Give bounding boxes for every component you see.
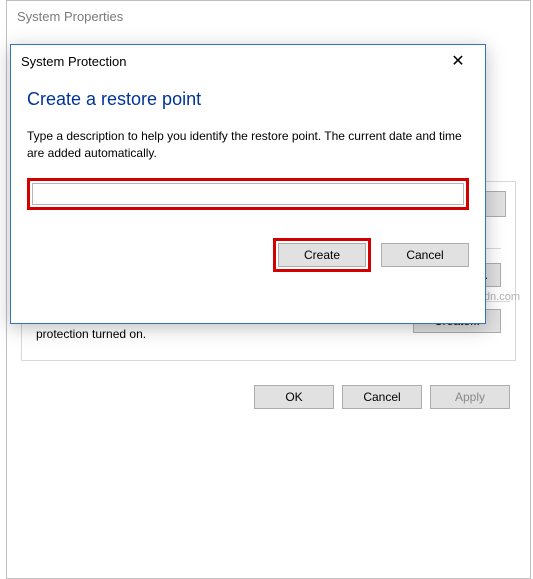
parent-titlebar: System Properties	[7, 1, 530, 31]
modal-create-button[interactable]: Create	[278, 243, 366, 267]
close-icon[interactable]: ✕	[439, 48, 477, 74]
system-protection-dialog: System Protection ✕ Create a restore poi…	[10, 44, 486, 324]
modal-title: System Protection	[21, 54, 439, 69]
modal-cancel-button[interactable]: Cancel	[381, 243, 469, 267]
ok-button[interactable]: OK	[254, 385, 334, 409]
modal-instruction: Type a description to help you identify …	[27, 128, 469, 162]
modal-titlebar: System Protection ✕	[11, 45, 485, 77]
description-input[interactable]	[32, 183, 464, 205]
modal-heading: Create a restore point	[27, 89, 469, 110]
modal-button-row: Create Cancel	[27, 238, 469, 272]
modal-body: Create a restore point Type a descriptio…	[11, 77, 485, 284]
dialog-button-row: OK Cancel Apply	[21, 375, 516, 409]
description-input-highlight	[27, 178, 469, 210]
create-button-highlight: Create	[273, 238, 371, 272]
parent-title: System Properties	[17, 9, 123, 24]
apply-button[interactable]: Apply	[430, 385, 510, 409]
cancel-button[interactable]: Cancel	[342, 385, 422, 409]
